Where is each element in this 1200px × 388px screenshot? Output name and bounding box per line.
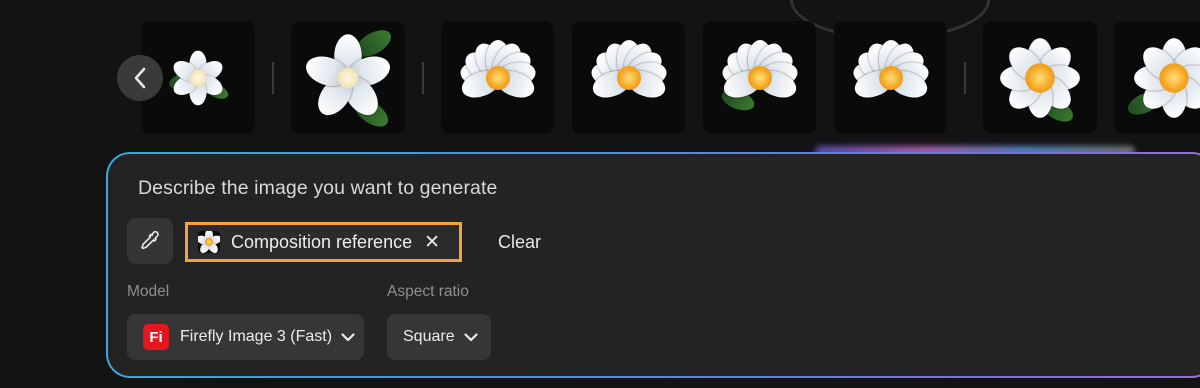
gallery-thumbnail[interactable] — [703, 21, 816, 134]
gallery-thumbnail[interactable] — [983, 21, 1097, 134]
firefly-logo: Fi — [143, 324, 169, 350]
flower-image — [588, 38, 669, 113]
prompt-panel: Describe the image you want to generate … — [106, 152, 1200, 378]
composition-reference-label: Composition reference — [231, 231, 413, 252]
chevron-down-icon — [463, 332, 478, 342]
flower-image — [457, 38, 538, 113]
close-icon[interactable]: ✕ — [424, 233, 440, 252]
group-divider — [422, 62, 424, 94]
chevron-left-icon — [134, 67, 146, 89]
chevron-down-icon — [341, 332, 355, 342]
gallery-thumbnail[interactable] — [1114, 21, 1200, 134]
gallery-thumbnail[interactable] — [572, 21, 685, 134]
model-label: Model — [127, 283, 170, 300]
model-dropdown[interactable]: Fi Firefly Image 3 (Fast) — [127, 314, 364, 360]
model-value: Firefly Image 3 (Fast) — [180, 328, 333, 345]
gallery-thumbnail[interactable] — [291, 21, 405, 134]
flower-image — [1000, 37, 1080, 127]
flower-image — [302, 24, 396, 132]
eyedropper-icon — [141, 230, 159, 250]
flower-image — [718, 38, 800, 114]
gallery-prev-button[interactable] — [117, 55, 163, 101]
reference-thumbnail — [198, 231, 220, 253]
aspect-ratio-label: Aspect ratio — [387, 283, 469, 300]
group-divider — [272, 62, 274, 94]
reference-button[interactable] — [127, 218, 173, 264]
prompt-input[interactable]: Describe the image you want to generate — [138, 177, 497, 200]
gallery-thumbnail[interactable] — [441, 21, 554, 134]
flower-image — [850, 38, 931, 113]
clear-button[interactable]: Clear — [498, 232, 541, 253]
gallery-thumbnail[interactable] — [834, 21, 947, 134]
aspect-ratio-dropdown[interactable]: Square — [387, 314, 491, 360]
flower-image — [167, 50, 231, 105]
flower-image — [1124, 37, 1200, 119]
generated-gallery — [0, 0, 1200, 145]
prompt-panel-body: Describe the image you want to generate … — [108, 154, 1200, 376]
group-divider — [964, 62, 966, 94]
composition-reference-chip[interactable]: Composition reference ✕ — [185, 222, 462, 262]
aspect-ratio-value: Square — [403, 328, 455, 345]
